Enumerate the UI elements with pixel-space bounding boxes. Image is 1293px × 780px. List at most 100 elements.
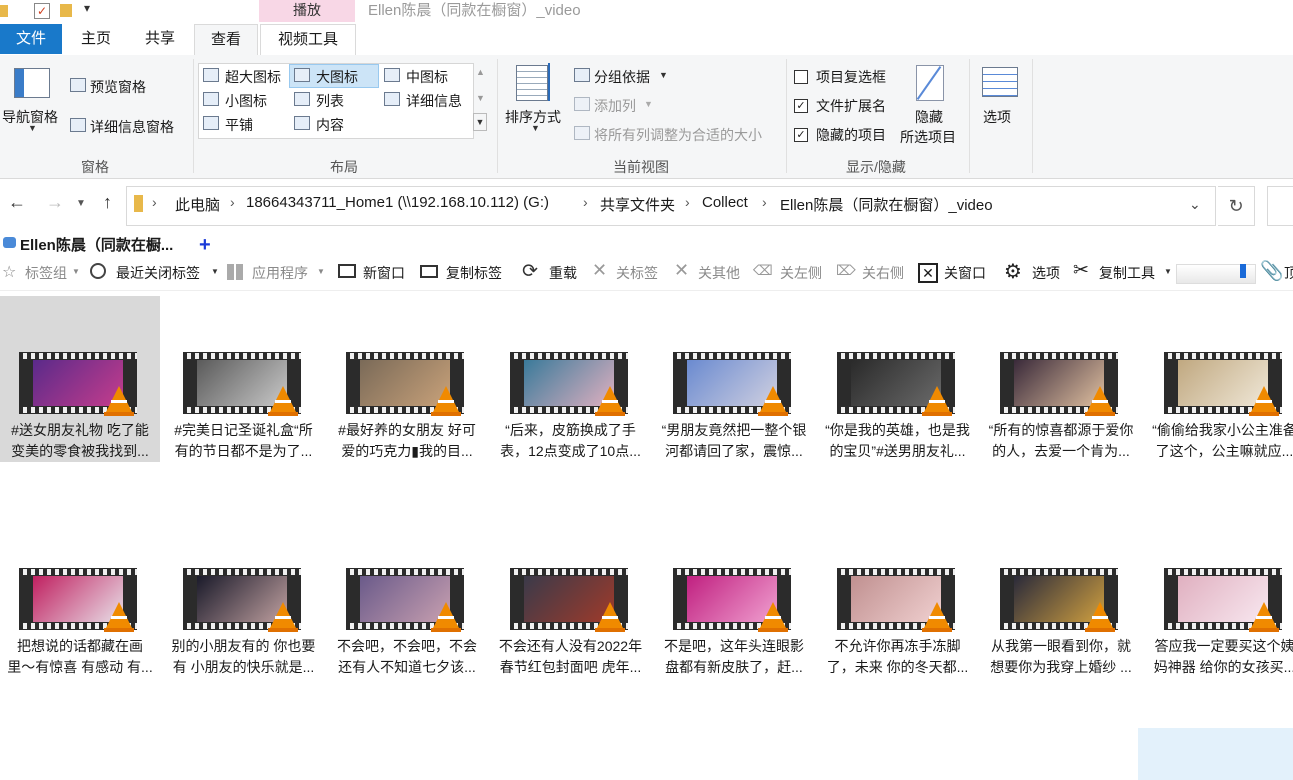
file-name-line: 不会还有人没有2022年 bbox=[498, 638, 643, 654]
tab-share[interactable]: 共享 bbox=[130, 24, 190, 54]
file-name: #完美日记圣诞礼盒“所 有的节日都不是为了... bbox=[164, 420, 324, 462]
file-name-line: 不允许你再冻手冻脚 bbox=[834, 638, 961, 654]
layout-small-icons[interactable]: 小图标 bbox=[225, 91, 267, 111]
close-others-button[interactable]: 关其他 bbox=[698, 263, 740, 283]
file-name-line: 了这个，公主嘛就应... bbox=[1155, 443, 1293, 459]
refresh-icon[interactable]: ↻ bbox=[1218, 186, 1255, 226]
breadcrumb-drive[interactable]: 18664343711_Home1 (\\192.168.10.112) (G:… bbox=[246, 194, 549, 211]
recently-closed-tabs-button[interactable]: 最近关闭标签 bbox=[116, 263, 200, 283]
clock-icon bbox=[90, 263, 106, 279]
file-item[interactable]: “后来，皮筋换成了手 表，12点变成了10点... bbox=[491, 296, 651, 462]
recent-dropdown-icon[interactable]: ▼ bbox=[76, 198, 86, 209]
preview-pane-button[interactable]: 预览窗格 bbox=[90, 77, 146, 97]
hidden-items-checkbox[interactable]: ✓ bbox=[794, 128, 808, 142]
file-name-line: 答应我一定要买这个姨 bbox=[1154, 638, 1293, 654]
hide-selected-button[interactable]: 隐藏 bbox=[915, 107, 943, 127]
breadcrumb-current-folder[interactable]: Ellen陈晨（同款在橱窗）_video bbox=[780, 194, 993, 215]
file-item[interactable]: 不允许你再冻手冻脚 了，未来 你的冬天都... bbox=[818, 512, 978, 678]
breadcrumb-this-pc[interactable]: 此电脑 bbox=[175, 194, 220, 215]
active-folder-tab[interactable]: Ellen陈晨（同款在橱... bbox=[20, 234, 173, 255]
add-column-button[interactable]: 添加列 bbox=[594, 96, 636, 116]
reload-button[interactable]: 重载 bbox=[549, 263, 577, 283]
forward-arrow-icon[interactable]: → bbox=[46, 192, 64, 213]
file-item[interactable]: 不会还有人没有2022年 春节红包封面吧 虎年... bbox=[491, 512, 651, 678]
file-item[interactable]: #送女朋友礼物 吃了能 变美的零食被我找到... bbox=[0, 296, 160, 462]
file-item[interactable]: #完美日记圣诞礼盒“所 有的节日都不是为了... bbox=[164, 296, 324, 462]
file-name-line: 妈神器 给你的女孩买... bbox=[1153, 659, 1293, 675]
search-input[interactable] bbox=[1267, 186, 1293, 226]
item-checkboxes-checkbox[interactable] bbox=[794, 70, 808, 84]
group-label-current-view: 当前视图 bbox=[613, 159, 669, 175]
file-item[interactable]: #最好养的女朋友 好可 爱的巧克力▮我的目... bbox=[327, 296, 487, 462]
file-name-line: 里～有惊喜 有感动 有... bbox=[7, 659, 153, 675]
options-button[interactable]: 选项 bbox=[983, 107, 1011, 127]
bookmark-group-button[interactable]: 标签组 bbox=[25, 263, 67, 283]
file-item[interactable]: 不是吧，这年头连眼影 盘都有新皮肤了，赶... bbox=[654, 512, 814, 678]
tab-view[interactable]: 查看 bbox=[194, 24, 258, 56]
file-name: 不会吧，不会吧，不会 还有人不知道七夕该... bbox=[327, 636, 487, 678]
copy-tool-button[interactable]: 复制工具 bbox=[1099, 263, 1155, 283]
vlc-cone-base bbox=[104, 412, 134, 416]
layout-list[interactable]: 列表 bbox=[316, 91, 344, 111]
group-by-button[interactable]: 分组依据 bbox=[594, 67, 650, 87]
layout-large-icons[interactable]: 大图标 bbox=[316, 67, 358, 87]
options-toolbar-button[interactable]: 选项 bbox=[1032, 263, 1060, 283]
gallery-expand-icon[interactable]: ▼ bbox=[473, 113, 487, 131]
applications-button[interactable]: 应用程序 bbox=[252, 263, 308, 283]
file-name-line: 想要你为我穿上婚纱 ... bbox=[990, 659, 1132, 675]
folder-icon bbox=[134, 195, 143, 212]
vlc-cone-base bbox=[921, 412, 952, 416]
layout-content[interactable]: 内容 bbox=[316, 115, 344, 135]
address-history-chevron-icon[interactable]: ⌄ bbox=[1189, 196, 1201, 213]
layout-medium-icons[interactable]: 中图标 bbox=[406, 67, 448, 87]
file-item[interactable]: “你是我的英雄，也是我 的宝贝”#送男朋友礼... bbox=[818, 296, 978, 462]
copy-tab-button[interactable]: 复制标签 bbox=[446, 263, 502, 283]
file-name-line: 表，12点变成了10点... bbox=[500, 443, 641, 459]
vlc-cone-stripe bbox=[274, 616, 291, 619]
breadcrumb-chevron-icon: › bbox=[762, 194, 767, 210]
breadcrumb-shared-folder[interactable]: 共享文件夹 bbox=[600, 194, 675, 215]
layout-details[interactable]: 详细信息 bbox=[406, 91, 462, 111]
vlc-cone-stripe bbox=[928, 616, 945, 619]
file-item[interactable]: “偷偷给我家小公主准备 了这个，公主嘛就应... bbox=[1145, 296, 1293, 462]
breadcrumb-chevron-icon: › bbox=[230, 194, 235, 210]
more-toolbar-button[interactable]: 顶 bbox=[1284, 263, 1293, 283]
slider-thumb[interactable] bbox=[1240, 264, 1246, 278]
tab-file[interactable]: 文件 bbox=[0, 24, 62, 54]
tab-home[interactable]: 主页 bbox=[66, 24, 126, 54]
checkbox-quick-access-icon[interactable]: ✓ bbox=[34, 3, 50, 19]
breadcrumb-collect[interactable]: Collect bbox=[702, 194, 748, 211]
file-item[interactable]: 把想说的话都藏在画 里～有惊喜 有感动 有... bbox=[0, 512, 160, 678]
new-tab-button[interactable]: + bbox=[199, 234, 211, 256]
file-item[interactable]: 别的小朋友有的 你也要有 小朋友的快乐就是... bbox=[164, 512, 324, 678]
hide-selected-button-line2[interactable]: 所选项目 bbox=[900, 127, 956, 147]
gallery-scroll-up-icon[interactable]: ▲ bbox=[476, 67, 485, 77]
close-window-button[interactable]: 关窗口 bbox=[944, 263, 986, 283]
file-name-line: 有的节日都不是为了... bbox=[174, 443, 313, 459]
file-item[interactable]: 不会吧，不会吧，不会 还有人不知道七夕该... bbox=[327, 512, 487, 678]
details-pane-button[interactable]: 详细信息窗格 bbox=[90, 117, 174, 137]
new-folder-quick-icon[interactable] bbox=[60, 4, 72, 17]
sort-arrow-icon bbox=[548, 63, 550, 101]
file-item[interactable]: 从我第一眼看到你，就 想要你为我穿上婚纱 ... bbox=[981, 512, 1141, 678]
customize-qat-icon[interactable]: ▾ bbox=[84, 1, 90, 15]
file-item[interactable]: “所有的惊喜都源于爱你 的人，去爱一个肯为... bbox=[981, 296, 1141, 462]
vlc-cone-stripe bbox=[1255, 400, 1272, 403]
file-extensions-checkbox[interactable]: ✓ bbox=[794, 99, 808, 113]
new-window-button[interactable]: 新窗口 bbox=[363, 263, 405, 283]
layout-tiles[interactable]: 平铺 bbox=[225, 115, 253, 135]
file-item[interactable]: 答应我一定要买这个姨 妈神器 给你的女孩买... bbox=[1145, 512, 1293, 678]
close-tab-button[interactable]: 关标签 bbox=[616, 263, 658, 283]
file-item[interactable]: “男朋友竟然把一整个银 河都请回了家，震惊... bbox=[654, 296, 814, 462]
close-right-button[interactable]: 关右侧 bbox=[862, 263, 904, 283]
fit-columns-button[interactable]: 将所有列调整为合适的大小 bbox=[594, 125, 762, 145]
file-name-line: 变美的零食被我找到... bbox=[11, 443, 149, 459]
close-left-button[interactable]: 关左侧 bbox=[780, 263, 822, 283]
up-arrow-icon[interactable]: ↑ bbox=[103, 192, 112, 213]
layout-extra-large-icons[interactable]: 超大图标 bbox=[225, 67, 281, 87]
gallery-scroll-down-icon[interactable]: ▼ bbox=[476, 93, 485, 103]
tab-video-tools[interactable]: 视频工具 bbox=[260, 24, 356, 55]
vlc-cone-stripe bbox=[765, 616, 781, 619]
back-arrow-icon[interactable]: ← bbox=[8, 192, 26, 213]
close-others-icon: ✕ bbox=[674, 260, 690, 280]
